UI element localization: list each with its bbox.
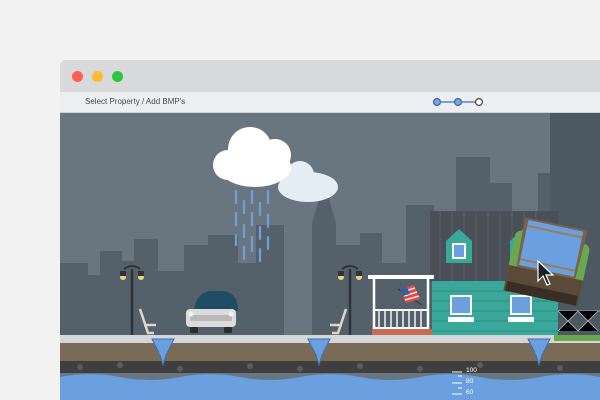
step-3-dot[interactable] [474,97,483,107]
grass [554,335,600,341]
progress-stepper [432,97,483,107]
close-window-button[interactable] [72,71,83,82]
toolbar: Select Property / Add BMP's [60,92,600,113]
step-1-dot[interactable] [432,97,442,107]
step-2-dot[interactable] [453,97,463,107]
property-scene [60,113,600,400]
depth-label-80: 80 [466,378,474,385]
breadcrumb: Select Property / Add BMP's [85,97,186,106]
title-bar [60,60,600,92]
minimize-window-button[interactable] [92,71,103,82]
soil-layer [60,343,600,361]
depth-label-100: 100 [466,367,477,374]
rock-layer [60,361,600,373]
maximize-window-button[interactable] [112,71,123,82]
app-window: Select Property / Add BMP's 100 80 60 [60,60,600,400]
depth-label-60: 60 [466,389,474,396]
